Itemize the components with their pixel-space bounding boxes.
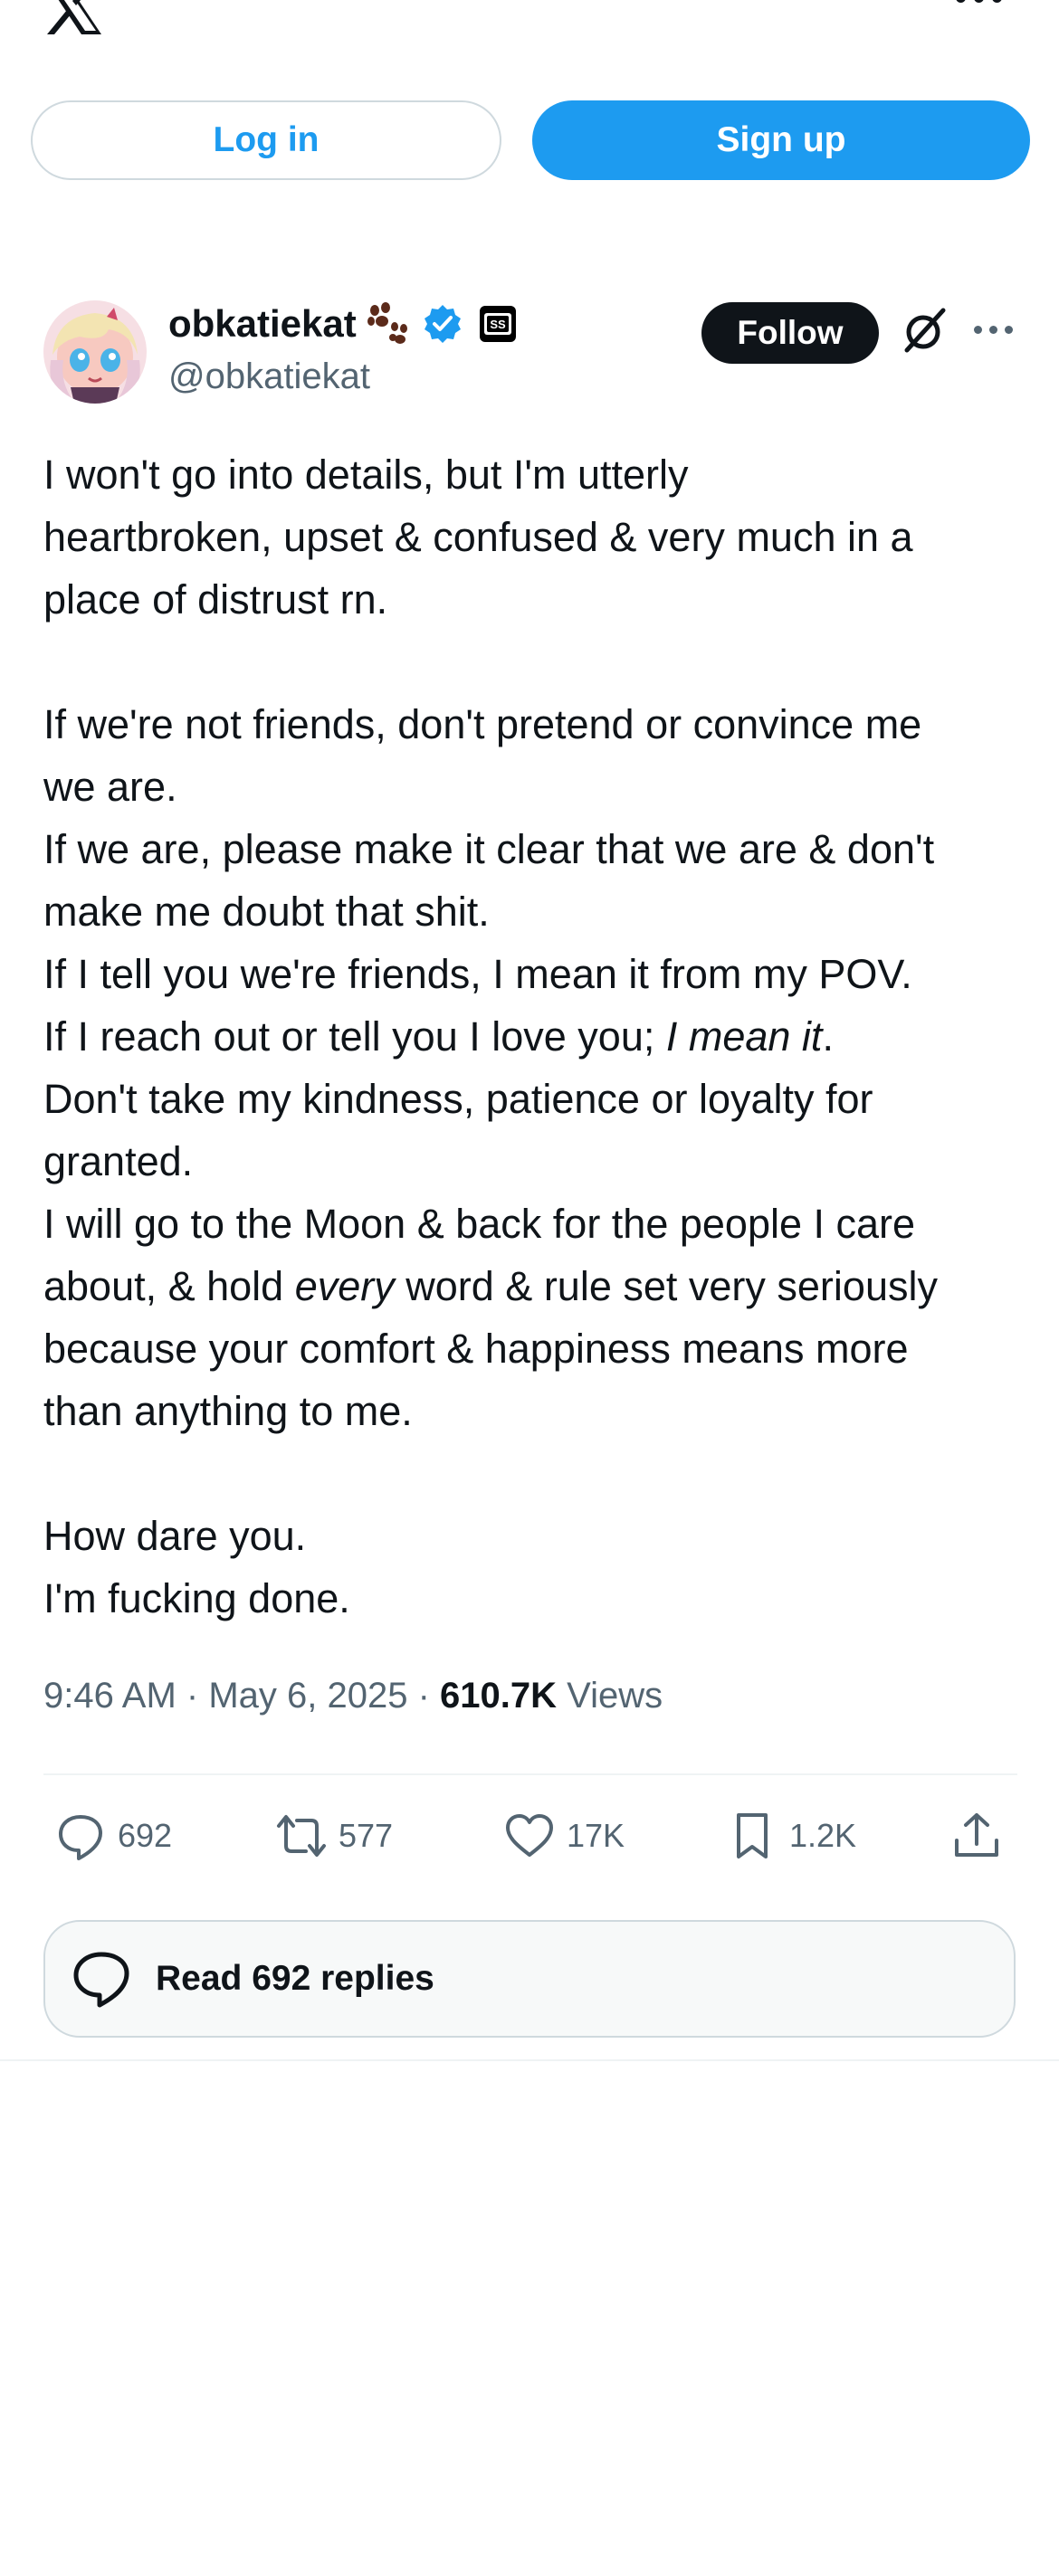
tweet-meta: 9:46 AM · May 6, 2025 · 610.7K Views [43, 1676, 663, 1716]
tweet-line: we are. [43, 764, 177, 810]
bookmark-count: 1.2K [789, 1817, 857, 1854]
like-count: 17K [567, 1817, 625, 1854]
top-bar [0, 0, 1059, 45]
bookmark-icon [737, 1813, 768, 1858]
tweet-line: Don't take my kindness, patience or loya… [43, 1076, 873, 1122]
author-name-row: obkatiekat SS [168, 299, 516, 349]
read-replies-label: Read 692 replies [156, 1959, 434, 1998]
tweet-italic-segment: I mean it [665, 1013, 823, 1060]
tweet-text: I won't go into details, but I'm utterly… [43, 443, 1030, 1630]
tweet-line: about, & hold every word & rule set very… [43, 1255, 1030, 1317]
bookmark-button[interactable]: 1.2K [726, 1806, 856, 1866]
verified-badge-icon[interactable] [422, 303, 463, 345]
tweet-line: granted. [43, 1138, 194, 1184]
affiliate-badge-icon[interactable]: SS [479, 306, 516, 342]
author-display-name[interactable]: obkatiekat [168, 302, 357, 346]
tweet-line: make me doubt that shit. [43, 889, 490, 935]
follow-button[interactable]: Follow [701, 302, 879, 364]
x-logo-icon[interactable] [43, 0, 103, 34]
tweet-line: than anything to me. [43, 1388, 413, 1434]
tweet-line: I will go to the Moon & back for the peo… [43, 1201, 916, 1247]
tweet-more-icon[interactable] [974, 326, 1014, 337]
tweet-text-segment: . [822, 1013, 834, 1060]
tweet-time[interactable]: 9:46 AM [43, 1676, 176, 1716]
tweet-line: If I tell you we're friends, I mean it f… [43, 951, 912, 997]
svg-text:SS: SS [490, 318, 506, 331]
avatar-image [43, 300, 147, 404]
replies-icon [73, 1952, 129, 2008]
avatar[interactable] [43, 300, 147, 404]
repost-count: 577 [339, 1817, 394, 1854]
reply-button[interactable]: 692 [54, 1806, 172, 1866]
divider [0, 2059, 1059, 2061]
login-button[interactable]: Log in [31, 100, 501, 180]
reply-icon [59, 1815, 102, 1860]
meta-separator: · [407, 1676, 440, 1716]
tweet-line: If we're not friends, don't pretend or c… [43, 701, 922, 747]
author-handle[interactable]: @obkatiekat [168, 356, 370, 397]
tweet-line: How dare you. [43, 1513, 307, 1559]
views-label: Views [567, 1676, 663, 1716]
read-replies-button[interactable]: Read 692 replies [43, 1920, 1016, 2038]
divider [43, 1773, 1017, 1775]
meta-separator: · [176, 1676, 209, 1716]
reply-count: 692 [118, 1817, 173, 1854]
tweet-line: I won't go into details, but I'm utterly [43, 452, 689, 498]
tweet-line: place of distrust rn. [43, 576, 388, 623]
tweet-line: If I reach out or tell you I love you; I… [43, 1005, 1030, 1068]
tweet-text-segment: word & rule set very seriously [394, 1263, 938, 1309]
more-options-icon[interactable] [956, 0, 1005, 14]
heart-icon [506, 1814, 553, 1857]
tweet-italic-segment: every [294, 1263, 395, 1309]
tweet-line: I'm fucking done. [43, 1575, 350, 1621]
tweet-line: If we are, please make it clear that we … [43, 826, 935, 872]
share-button[interactable] [950, 1806, 1003, 1866]
tweet-line: heartbroken, upset & confused & very muc… [43, 514, 913, 560]
grok-icon[interactable] [902, 307, 949, 354]
views-count: 610.7K [440, 1676, 557, 1716]
paw-emoji-icon [367, 302, 407, 344]
tweet-line: because your comfort & happiness means m… [43, 1326, 909, 1372]
repost-icon [277, 1815, 326, 1857]
share-icon [955, 1813, 998, 1857]
repost-button[interactable]: 577 [275, 1806, 393, 1866]
tweet-date[interactable]: May 6, 2025 [208, 1676, 407, 1716]
like-button[interactable]: 17K [503, 1806, 625, 1866]
tweet-text-segment: If I reach out or tell you I love you; [43, 1013, 666, 1060]
signup-button[interactable]: Sign up [532, 100, 1030, 180]
tweet-text-segment: about, & hold [43, 1263, 295, 1309]
